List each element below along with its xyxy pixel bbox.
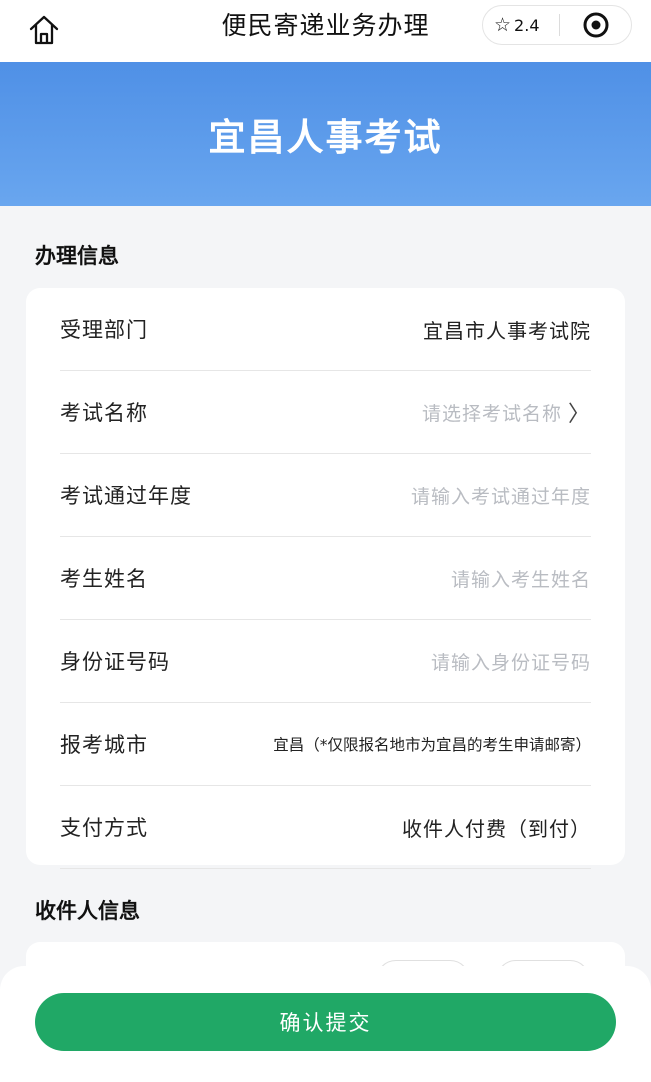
banner-title: 宜昌人事考试 bbox=[208, 116, 443, 159]
row-id-number: 身份证号码 请输入身份证号码 bbox=[60, 620, 591, 703]
rating-button[interactable]: ☆ 2.4 bbox=[483, 14, 559, 36]
star-icon: ☆ bbox=[494, 14, 512, 36]
row-label: 考试通过年度 bbox=[60, 484, 192, 508]
department-value: 宜昌市人事考试院 bbox=[423, 318, 591, 343]
row-label: 报考城市 bbox=[60, 733, 148, 757]
row-label: 考试名称 bbox=[60, 401, 148, 425]
row-label: 支付方式 bbox=[60, 816, 148, 840]
row-label: 身份证号码 bbox=[60, 650, 170, 674]
candidate-name-input[interactable]: 请输入考生姓名 bbox=[451, 565, 591, 592]
target-icon bbox=[583, 12, 608, 38]
row-exam-city: 报考城市 宜昌（*仅限报名地市为宜昌的考生申请邮寄） bbox=[60, 703, 591, 786]
top-nav-bar: 便民寄递业务办理 ☆ 2.4 bbox=[0, 0, 651, 62]
pass-year-input[interactable]: 请输入考试通过年度 bbox=[411, 482, 591, 509]
chevron-right-icon: 〉 bbox=[567, 402, 591, 427]
row-label: 考生姓名 bbox=[60, 567, 148, 591]
row-pass-year: 考试通过年度 请输入考试通过年度 bbox=[60, 454, 591, 537]
handling-info-card: 受理部门 宜昌市人事考试院 考试名称 请选择考试名称 〉 考试通过年度 请输入考… bbox=[26, 288, 625, 869]
close-mini-program-button[interactable] bbox=[560, 11, 631, 39]
submit-label: 确认提交 bbox=[279, 1011, 372, 1035]
row-payment-method: 支付方式 收件人付费（到付） bbox=[60, 786, 591, 869]
row-label: 受理部门 bbox=[60, 318, 148, 342]
payment-method-value: 收件人付费（到付） bbox=[402, 816, 591, 841]
rating-value: 2.4 bbox=[514, 15, 540, 35]
exam-city-value: 宜昌（*仅限报名地市为宜昌的考生申请邮寄） bbox=[273, 736, 591, 754]
mini-program-capsule: ☆ 2.4 bbox=[482, 5, 632, 45]
section-title-recipient: 收件人信息 bbox=[35, 899, 140, 923]
submit-button[interactable]: 确认提交 bbox=[35, 993, 616, 1051]
row-exam-name[interactable]: 考试名称 请选择考试名称 〉 bbox=[60, 371, 591, 454]
section-title-handling: 办理信息 bbox=[35, 244, 119, 268]
exam-name-placeholder: 请选择考试名称 bbox=[421, 402, 562, 425]
id-number-input[interactable]: 请输入身份证号码 bbox=[431, 648, 591, 675]
row-department: 受理部门 宜昌市人事考试院 bbox=[60, 288, 591, 371]
row-candidate-name: 考生姓名 请输入考生姓名 bbox=[60, 537, 591, 620]
header-banner: 宜昌人事考试 bbox=[0, 62, 651, 206]
exam-name-picker[interactable]: 请选择考试名称 〉 bbox=[422, 396, 591, 428]
